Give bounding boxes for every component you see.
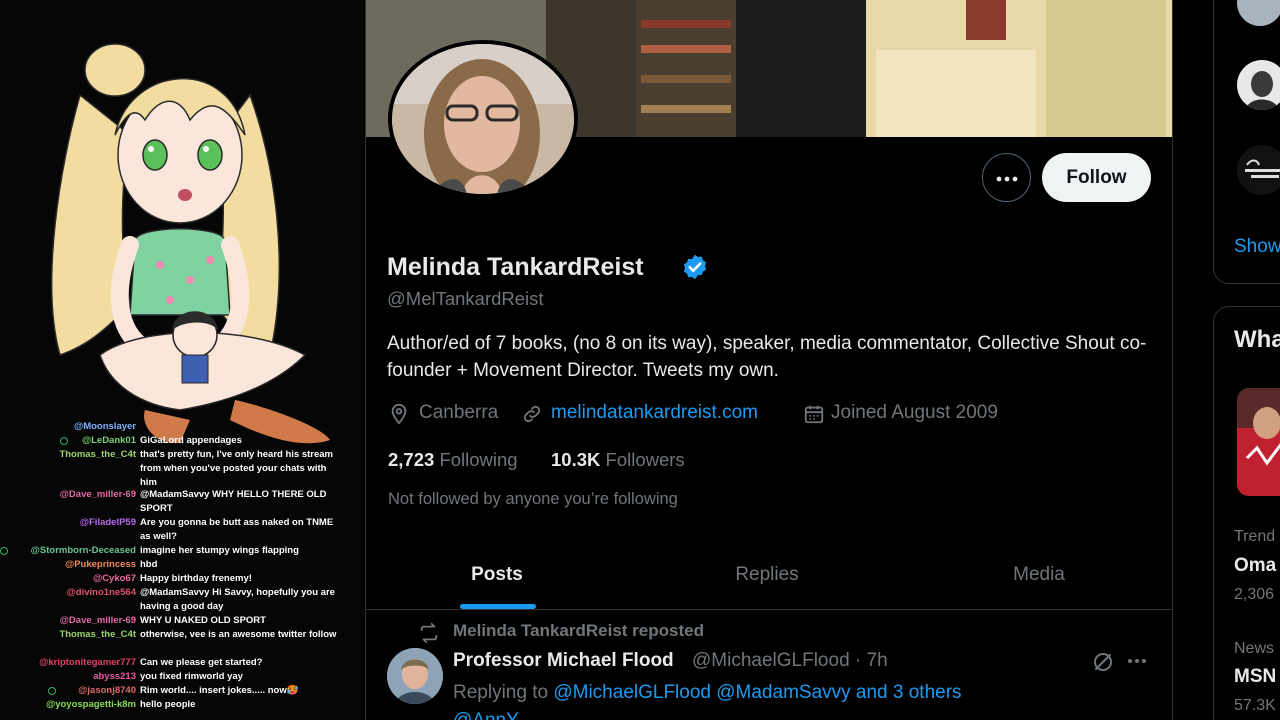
profile-column: Follow Melinda TankardReist @MelTankardR… [365,0,1173,720]
following-count: 2,723 [388,449,435,470]
joined-text: Joined August 2009 [831,402,998,423]
chat-username: @FiladelP59 [79,517,136,528]
more-options-button[interactable] [982,153,1031,202]
trend-thumbnail-image[interactable] [1237,388,1280,496]
chat-text: @MadamSavvy WHY HELLO THERE OLD SPORT [140,489,327,514]
post-author-name[interactable]: Professor Michael Flood [453,650,674,672]
chat-text: hbd [140,559,158,570]
chat-text: hello people [140,699,196,710]
trend-count: 2,306 [1234,586,1275,603]
verified-badge-icon [681,253,709,281]
trend-title[interactable]: Oma [1234,555,1276,577]
chat-text: Can we please get started? [140,657,263,668]
post-handle-time[interactable]: @MichaelGLFlood · 7h [692,650,888,672]
repost-label: Melinda TankardReist reposted [453,621,704,640]
show-more-link[interactable]: Show [1234,236,1280,258]
chat-username: abyss213 [93,671,136,682]
active-tab-indicator [460,604,536,609]
chat-badge-icon [48,687,56,695]
replying-to-prefix: Replying to [453,682,554,703]
profile-tabs: Posts Replies Media [366,540,1172,610]
chat-text: imagine her stumpy wings flapping [140,545,299,556]
chat-username: @Stormborn-Deceased [30,545,136,556]
chat-username: @divino1ne564 [66,587,136,598]
chat-badge-icon [60,437,68,445]
followers-count: 10.3K [551,449,601,470]
followers-stat[interactable]: 10.3K Followers [551,449,685,471]
chat-text: Rim world.... insert jokes..... now🥵 [140,685,299,696]
chat-username: @jasonj8740 [78,685,136,696]
replying-to-users[interactable]: @MichaelGLFlood @MadamSavvy and 3 others [553,682,961,703]
followers-label: Followers [605,449,685,470]
tab-replies[interactable]: Replies [706,540,828,610]
profile-handle: @MelTankardReist [387,288,544,309]
suggested-user-avatar[interactable] [1237,60,1280,110]
trend-category: News [1234,640,1275,657]
location-text: Canberra [419,402,499,423]
chat-username: @Pukeprincess [64,559,136,570]
publisher-logo-icon[interactable] [1237,145,1280,195]
chat-username: @Dave_miller-69 [59,489,136,500]
right-sidebar: Show Wha Trend Oma 2,306 News MSN 57.3K [1173,0,1280,720]
chat-username: @Dave_miller-69 [59,615,136,626]
chat-text: you fixed rimworld yay [140,671,243,682]
profile-avatar[interactable] [388,40,578,198]
follow-button[interactable]: Follow [1042,153,1151,202]
chat-text: otherwise, vee is an awesome twitter fol… [140,629,337,640]
stream-overlay: @Moonslayer @LeDank01 GiGaLord appendages T… [0,0,365,720]
trend-category: Trend [1234,528,1276,545]
post-author-avatar[interactable] [387,648,443,704]
chat-username: Thomas_the_C4t [59,629,136,640]
tab-media[interactable]: Media [978,540,1100,610]
more-horizontal-icon [996,169,1018,187]
chat-username: @Cyko67 [92,573,136,584]
following-label: Following [439,449,518,470]
post-text: @AnnY... [453,710,532,720]
chat-badge-icon [0,547,8,555]
tab-posts[interactable]: Posts [436,540,558,610]
chat-username: @LeDank01 [81,435,136,446]
replying-to-line: Replying to @MichaelGLFlood @MadamSavvy … [453,682,962,704]
chat-username: Thomas_the_C4t [59,449,136,460]
chat-text: GiGaLord appendages [140,435,242,446]
chat-text: Happy birthday frenemy! [140,573,252,584]
chat-text: Are you gonna be butt ass naked on TNME … [140,517,334,542]
post-more-icon[interactable] [1126,650,1148,678]
chat-username: @yoyospagetti-k8m [45,699,136,710]
trend-title[interactable]: MSN [1234,666,1276,688]
website-link[interactable]: melindatankardreist.com [551,402,758,424]
whats-happening-title: Wha [1234,326,1280,353]
chat-text: @MadamSavvy Hi Savvy, hopefully you are … [140,587,335,612]
following-stat[interactable]: 2,723 Following [388,449,518,471]
chat-username: @Moonslayer [73,421,136,432]
chat-text: that's pretty fun, I've only heard his s… [140,449,333,488]
trend-count: 57.3K [1234,697,1276,714]
profile-display-name: Melinda TankardReist [387,253,644,281]
chat-username: @kriptonitegamer777 [39,657,136,668]
vtuber-avatar-illustration [50,43,330,444]
not-followed-note: Not followed by anyone you’re following [388,490,678,508]
chat-text: WHY U NAKED OLD SPORT [140,615,266,626]
profile-bio: Author/ed of 7 books, (no 8 on its way),… [387,333,1147,381]
grok-icon[interactable] [1091,650,1115,679]
